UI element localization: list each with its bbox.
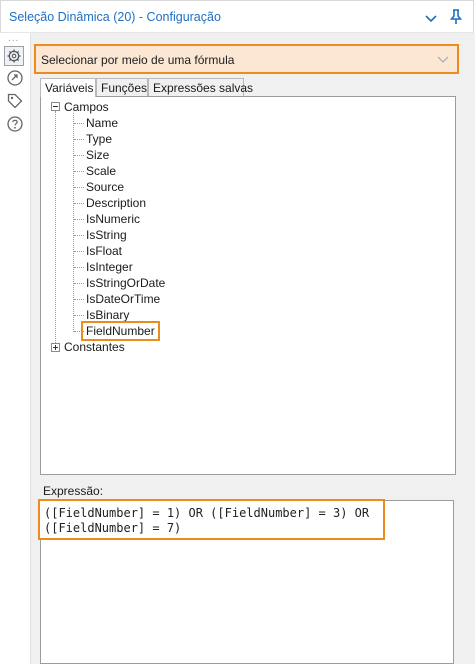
tree-connector bbox=[74, 123, 84, 124]
annotation-icon[interactable] bbox=[6, 69, 24, 87]
tree-node-field[interactable]: Type bbox=[86, 132, 112, 146]
title-bar: Seleção Dinâmica (20) - Configuração bbox=[0, 0, 474, 33]
tree-node-field[interactable]: Name bbox=[86, 116, 118, 130]
tree-connector bbox=[74, 267, 84, 268]
tree-connector bbox=[74, 283, 84, 284]
chevron-down-icon[interactable] bbox=[437, 55, 449, 65]
tab-funcoes[interactable]: Funções bbox=[96, 78, 148, 96]
tree-node-field[interactable]: IsNumeric bbox=[86, 212, 140, 226]
variables-tree[interactable]: Campos Name Type Size Scale Source Descr… bbox=[40, 96, 456, 475]
tree-connector bbox=[74, 315, 84, 316]
tree-node-field[interactable]: IsInteger bbox=[86, 260, 133, 274]
tree-connector bbox=[74, 187, 84, 188]
mode-dropdown[interactable]: Selecionar por meio de uma fórmula bbox=[34, 44, 459, 74]
gear-icon[interactable] bbox=[4, 46, 24, 66]
tree-node-field[interactable]: IsBinary bbox=[86, 308, 129, 322]
tree-connector bbox=[74, 155, 84, 156]
expression-line: ([FieldNumber] = 7) bbox=[44, 521, 182, 535]
tree-node-field[interactable]: IsDateOrTime bbox=[86, 292, 160, 306]
tree-connector bbox=[74, 139, 84, 140]
tree-node-campos[interactable]: Campos bbox=[64, 100, 109, 114]
tag-icon[interactable] bbox=[6, 92, 24, 110]
tree-node-field[interactable]: Source bbox=[86, 180, 124, 194]
more-dots[interactable]: ... bbox=[8, 34, 19, 44]
tree-node-field[interactable]: Description bbox=[86, 196, 146, 210]
tree-node-field[interactable]: IsStringOrDate bbox=[86, 276, 165, 290]
expression-text[interactable]: ([FieldNumber] = 1) OR ([FieldNumber] = … bbox=[38, 499, 385, 540]
pin-icon[interactable] bbox=[447, 8, 465, 26]
chevron-down-icon[interactable] bbox=[423, 10, 439, 26]
tree-connector bbox=[74, 219, 84, 220]
help-icon[interactable] bbox=[6, 115, 24, 133]
tree-node-field[interactable]: Size bbox=[86, 148, 109, 162]
tree-node-field[interactable]: Scale bbox=[86, 164, 116, 178]
expand-icon[interactable] bbox=[51, 343, 60, 352]
tab-expressoes-salvas[interactable]: Expressões salvas bbox=[148, 78, 253, 96]
tree-connector bbox=[74, 299, 84, 300]
tree-connector bbox=[74, 331, 84, 332]
expression-line: ([FieldNumber] = 1) OR ([FieldNumber] = … bbox=[44, 506, 370, 520]
tree-connector bbox=[74, 235, 84, 236]
tree-connector bbox=[74, 203, 84, 204]
mode-dropdown-value: Selecionar por meio de uma fórmula bbox=[41, 53, 235, 67]
tree-connector bbox=[74, 171, 84, 172]
tree-node-fieldnumber[interactable]: FieldNumber bbox=[81, 321, 160, 341]
tree-node-field[interactable]: IsString bbox=[86, 228, 127, 242]
tree-guide-line bbox=[55, 111, 56, 347]
collapse-icon[interactable] bbox=[51, 102, 60, 111]
tab-variaveis[interactable]: Variáveis bbox=[40, 78, 96, 97]
tree-node-field[interactable]: IsFloat bbox=[86, 244, 122, 258]
tree-connector bbox=[74, 251, 84, 252]
left-toolbar: ... bbox=[0, 33, 30, 664]
expression-label: Expressão: bbox=[43, 484, 104, 498]
window-title: Seleção Dinâmica (20) - Configuração bbox=[9, 10, 221, 24]
tree-node-constantes[interactable]: Constantes bbox=[64, 340, 125, 354]
